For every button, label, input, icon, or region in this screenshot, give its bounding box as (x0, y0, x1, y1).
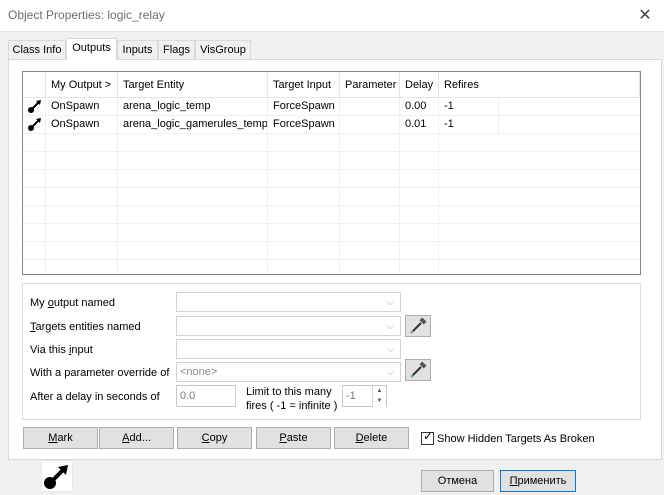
chevron-down-icon: ⌵ (387, 367, 394, 377)
tab-visgroup[interactable]: VisGroup (195, 40, 251, 59)
cell-refires: -1 (439, 98, 499, 116)
tab-outputs[interactable]: Outputs (66, 38, 117, 60)
show-hidden-label[interactable]: Show Hidden Targets As Broken (437, 433, 595, 445)
limit-label-line2: fires ( -1 = infinite ) (246, 400, 338, 412)
via-input-label: Via this input (30, 344, 93, 356)
cell-output: OnSpawn (46, 116, 118, 134)
param-override-combo[interactable]: <none> ⌵ (176, 362, 401, 382)
eyedropper-button[interactable] (405, 359, 431, 381)
cell-target-input: ForceSpawn (268, 98, 340, 116)
eyedropper-icon (410, 361, 427, 378)
header-refires[interactable]: Refires (439, 72, 640, 98)
cell-target-entity: arena_logic_temp (118, 98, 268, 116)
cell-delay: 0.00 (400, 98, 439, 116)
eyedropper-button[interactable] (405, 315, 431, 337)
delay-label: After a delay in seconds of (30, 391, 160, 403)
apply-button[interactable]: Применить (500, 470, 576, 492)
output-named-combo[interactable]: ⌵ (176, 292, 401, 312)
tab-class-info[interactable]: Class Info (8, 40, 66, 59)
add-button[interactable]: Add... (99, 427, 174, 449)
close-button[interactable]: ✕ (630, 2, 660, 30)
table-row[interactable]: OnSpawn arena_logic_gamerules_temp Force… (23, 116, 640, 134)
cell-parameter (340, 98, 400, 116)
output-connection-icon (23, 98, 46, 116)
cancel-button[interactable]: Отмена (421, 470, 494, 492)
limit-spinner[interactable]: -1 ▲ ▼ (342, 385, 387, 407)
cell-target-input: ForceSpawn (268, 116, 340, 134)
checkmark-icon: ✓ (422, 429, 434, 443)
output-connection-icon (23, 116, 46, 134)
cell-parameter (340, 116, 400, 134)
cell-delay: 0.01 (400, 116, 439, 134)
connections-list[interactable]: My Output > Target Entity Target Input P… (22, 71, 641, 275)
cell-refires: -1 (439, 116, 499, 134)
chevron-down-icon: ⌵ (387, 297, 394, 307)
header-delay[interactable]: Delay (400, 72, 439, 98)
window-title: Object Properties: logic_relay (8, 8, 165, 22)
delete-button[interactable]: Delete (334, 427, 409, 449)
eyedropper-icon (410, 317, 427, 334)
via-input-combo[interactable]: ⌵ (176, 339, 401, 359)
header-my-output[interactable]: My Output > (46, 72, 118, 98)
paste-button[interactable]: Paste (256, 427, 331, 449)
table-row[interactable]: OnSpawn arena_logic_temp ForceSpawn 0.00… (23, 98, 640, 116)
output-named-label: My output named (30, 297, 116, 309)
cell-output: OnSpawn (46, 98, 118, 116)
header-parameter[interactable]: Parameter (340, 72, 400, 98)
param-override-label: With a parameter override of (30, 367, 170, 379)
copy-button[interactable]: Copy (177, 427, 252, 449)
cell-target-entity: arena_logic_gamerules_temp (118, 116, 268, 134)
output-connection-icon (41, 460, 73, 492)
mark-button[interactable]: Mark (23, 427, 98, 449)
tab-inputs[interactable]: Inputs (117, 40, 158, 59)
targets-named-label: Targets entities named (30, 321, 141, 333)
limit-label-line1: Limit to this many (246, 386, 332, 398)
delay-input[interactable]: 0.0 (176, 385, 236, 407)
chevron-down-icon: ⌵ (387, 321, 394, 331)
spin-down-icon[interactable]: ▼ (372, 396, 386, 407)
chevron-down-icon: ⌵ (387, 344, 394, 354)
targets-named-combo[interactable]: ⌵ (176, 316, 401, 336)
header-target-input[interactable]: Target Input (268, 72, 340, 98)
header-target-entity[interactable]: Target Entity (118, 72, 268, 98)
header-icon-column (23, 72, 46, 98)
tab-flags[interactable]: Flags (158, 40, 195, 59)
